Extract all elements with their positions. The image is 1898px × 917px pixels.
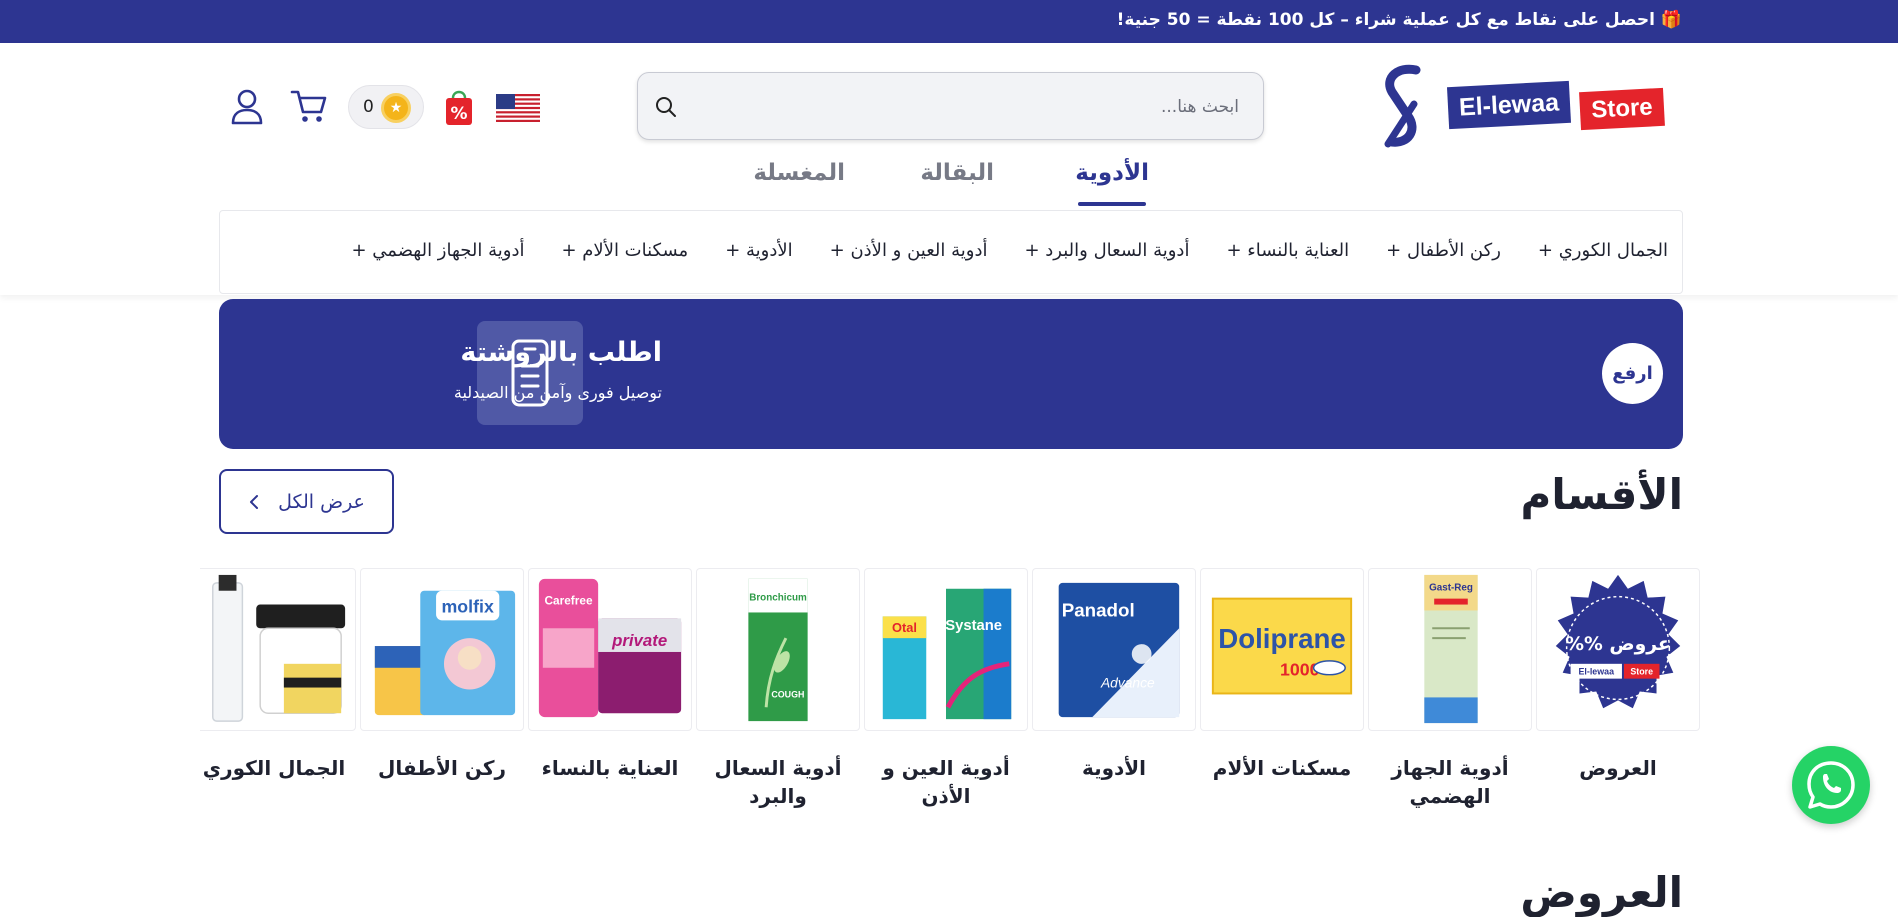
cat-nav-eye-ear[interactable]: أدوية العين و الأذن + [830,240,988,261]
category-nav: الجمال الكوري + ركن الأطفال + العناية با… [219,210,1683,294]
categories-title: الأقسام [1520,470,1683,519]
banner-title: اطلب بالروشتة [460,337,662,368]
tab-laundry[interactable]: المغسلة [753,160,845,186]
category-card-women-care[interactable]: Carefree private [528,568,692,731]
svg-text:private: private [611,631,667,650]
upload-prescription-button[interactable]: ارفع [1602,343,1663,404]
svg-text:Advance: Advance [1100,675,1155,691]
logo-name: El-lewaa [1446,80,1572,130]
category-card-kids[interactable]: molfix [360,568,524,731]
category-label-cough-cold: أدوية السعال والبرد [714,756,842,808]
offers-section-title: العروض [1520,868,1683,917]
category-label-painkillers: مسكنات الألام [1212,756,1352,780]
search-icon[interactable] [654,95,678,119]
category-card-cough-cold[interactable]: Bronchicum COUGH [696,568,860,731]
whatsapp-button[interactable] [1792,746,1870,824]
user-icon[interactable] [230,89,264,125]
cat-nav-korean-beauty[interactable]: الجمال الكوري + [1538,240,1668,261]
tab-medicines[interactable]: الأدوية [1075,160,1149,186]
category-card-medicines[interactable]: Panadol Advance [1032,568,1196,731]
cat-nav-painkillers[interactable]: مسكنات الألام + [561,240,688,261]
category-card-eye-ear[interactable]: Otal Systane [864,568,1028,731]
offers-badge-icon: عروض %% El-lewaa Store [1555,574,1681,709]
cat-nav-kids[interactable]: ركن الأطفال + [1386,240,1501,261]
cart-icon[interactable] [290,88,328,124]
cat-nav-digestive[interactable]: أدوية الجهاز الهضمي + [351,240,524,261]
svg-text:Doliprane: Doliprane [1218,623,1345,654]
us-flag-icon[interactable] [496,94,540,122]
prescription-banner: اطلب بالروشتة توصيل فورى وآمن من الصيدلي… [219,299,1683,449]
doliprane-product-icon: Doliprane 1000 [1211,597,1353,695]
points-badge[interactable]: 0 ★ [348,85,424,129]
offers-bag-icon[interactable]: % [444,88,474,126]
gast-reg-product-icon: Gast-Reg [1424,574,1478,724]
logo-store: Store [1579,87,1665,131]
tab-grocery[interactable]: البقالة [920,160,994,186]
view-all-label: عرض الكل [278,490,365,513]
svg-text:Otal: Otal [892,620,917,635]
promo-bar: 🎁 احصل على نقاط مع كل عملية شراء – كل 10… [0,0,1898,43]
svg-text:Bronchicum: Bronchicum [749,593,807,604]
search-bar [637,72,1264,140]
svg-text:Systane: Systane [945,618,1002,634]
cat-nav-women-care[interactable]: العناية بالنساء + [1226,240,1349,261]
whatsapp-icon [1807,761,1855,809]
active-tab-indicator [1078,202,1146,206]
carousel-edge-mask [0,560,200,830]
offers-badge-text: عروض %% [1565,634,1670,655]
svg-text:Gast-Reg: Gast-Reg [1429,583,1473,594]
svg-text:El-lewaa: El-lewaa [1579,667,1615,677]
category-label-medicines: الأدوية [1081,756,1147,780]
category-card-digestive[interactable]: Gast-Reg [1368,568,1532,731]
svg-text:Store: Store [1630,667,1653,677]
cat-nav-medicines[interactable]: الأدوية + [725,240,792,261]
site-logo[interactable]: El-lewaa Store [1378,64,1668,150]
korean-beauty-product-icon [212,574,346,722]
main-tabs: الأدوية البقالة المغسلة [0,160,1898,208]
view-all-button[interactable]: عرض الكل [219,469,394,534]
points-count: 0 [363,97,374,117]
category-label-korean-beauty: الجمال الكوري [202,756,346,780]
svg-text:COUGH: COUGH [771,689,804,699]
category-label-women-care: العناية بالنساء [541,756,679,780]
category-cards: عروض %% El-lewaa Store العروض Gast-Reg أ… [192,568,1700,818]
svg-text:%: % [450,104,467,124]
logo-s-mark-icon [1384,64,1421,148]
svg-text:Carefree: Carefree [544,594,592,608]
chevron-left-icon [250,494,259,509]
search-input[interactable] [719,89,1239,125]
promo-text: 🎁 احصل على نقاط مع كل عملية شراء – كل 10… [1116,10,1682,30]
panadol-product-icon: Panadol Advance [1058,582,1180,718]
coin-icon: ★ [381,93,411,123]
svg-text:Panadol: Panadol [1062,599,1135,620]
category-card-korean-beauty[interactable] [192,568,356,731]
category-label-eye-ear: أدوية العين و الأذن [882,756,1010,808]
category-label-kids: ركن الأطفال [378,756,506,780]
bronchicum-product-icon: Bronchicum COUGH [748,578,808,722]
category-card-painkillers[interactable]: Doliprane 1000 [1200,568,1364,731]
category-label-digestive: أدوية الجهاز الهضمي [1391,756,1509,808]
svg-text:molfix: molfix [442,596,494,616]
banner-subtitle: توصيل فورى وآمن من الصيدلية [453,383,662,402]
carefree-product-icon: Carefree private [538,578,682,718]
cat-nav-cough-cold[interactable]: أدوية السعال والبرد + [1024,240,1189,261]
category-label-offers: العروض [1579,756,1657,780]
systane-product-icon: Otal Systane [882,588,1012,720]
molfix-product-icon: molfix [374,590,516,716]
category-card-offers[interactable]: عروض %% El-lewaa Store [1536,568,1700,731]
